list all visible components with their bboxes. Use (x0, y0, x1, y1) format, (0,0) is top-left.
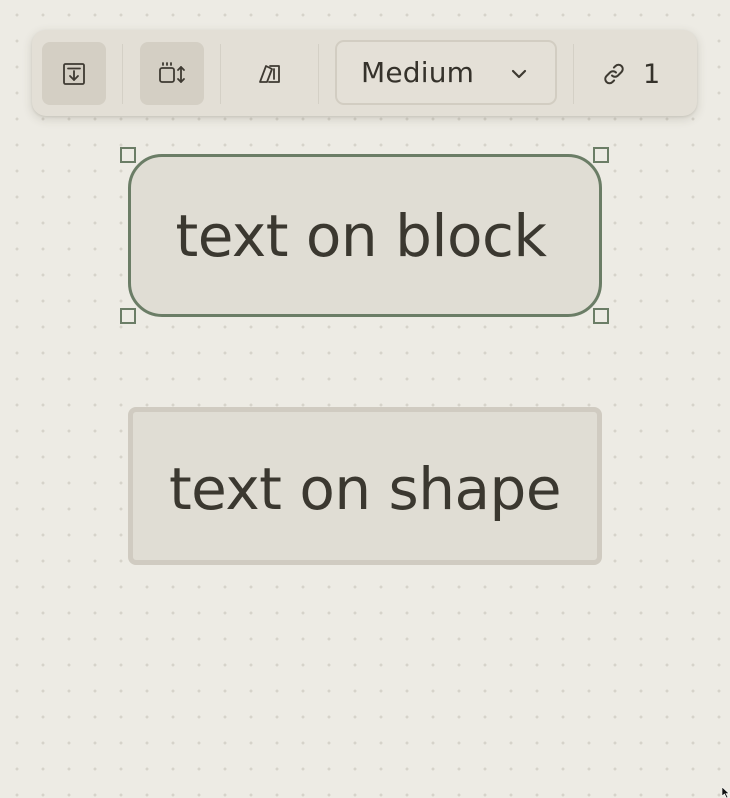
chevron-down-icon (511, 69, 527, 79)
toolbar-separator (220, 44, 221, 104)
size-dropdown-value: Medium (361, 56, 475, 89)
insert-to-canvas-icon (63, 62, 85, 85)
auto-height-button[interactable] (140, 42, 204, 105)
resize-handle-top-left[interactable] (120, 147, 136, 163)
toolbar-separator (122, 44, 123, 104)
toolbar-separator (573, 44, 574, 104)
link-icon (604, 63, 624, 85)
block-text[interactable]: text on block (176, 202, 547, 270)
color-style-icon (259, 64, 280, 83)
resize-handle-top-right[interactable] (593, 147, 609, 163)
shape-text[interactable]: text on shape (169, 455, 562, 523)
links-button[interactable]: 1 (602, 44, 660, 104)
element-toolbar: Medium 1 (32, 30, 697, 116)
text-shape[interactable]: text on shape (128, 407, 602, 565)
mouse-cursor-icon (722, 787, 730, 798)
auto-height-icon (159, 61, 185, 83)
size-dropdown[interactable]: Medium (335, 40, 557, 105)
link-count: 1 (643, 58, 661, 90)
insert-to-canvas-button[interactable] (42, 42, 106, 105)
canvas[interactable]: { "toolbar": { "buttons": [ { "icon": "i… (0, 0, 730, 798)
toolbar-separator (318, 44, 319, 104)
resize-handle-bottom-left[interactable] (120, 308, 136, 324)
color-style-button[interactable] (238, 42, 302, 105)
text-block[interactable]: text on block (128, 154, 602, 317)
resize-handle-bottom-right[interactable] (593, 308, 609, 324)
